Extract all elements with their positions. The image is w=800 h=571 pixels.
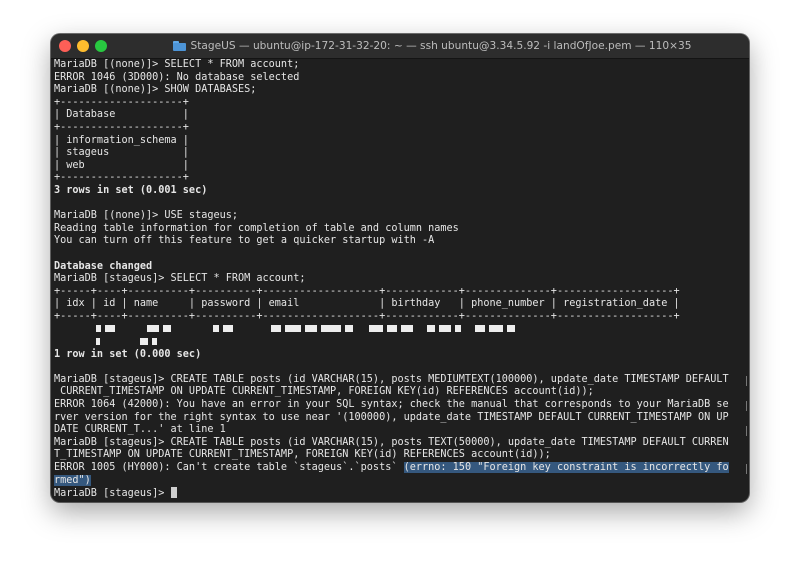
prompt-line[interactable]: MariaDB [stageus]> — [54, 487, 746, 499]
terminal-line: MariaDB [(none)]> USE stageus; — [54, 210, 239, 222]
terminal-line: rmed") — [54, 474, 746, 488]
terminal-line: Reading table information for completion… — [54, 222, 459, 234]
prompt: MariaDB [stageus]> — [54, 488, 171, 499]
text-cursor — [170, 487, 177, 499]
terminal-line: You can turn off this feature to get a q… — [54, 235, 435, 247]
terminal-line: MariaDB [(none)]> SHOW DATABASES; — [54, 84, 257, 96]
terminal-line: +-----+----+----------+----------+------… — [54, 310, 680, 322]
terminal-line: ERROR 1064 (42000): You have an error in… — [54, 399, 729, 411]
terminal-output[interactable]: MariaDB [(none)]> SELECT * FROM account;… — [54, 59, 746, 499]
terminal-line: +--------------------+ — [54, 172, 189, 184]
terminal-line: CURRENT_TIMESTAMP ON UPDATE CURRENT_TIME… — [54, 386, 594, 398]
terminal-line: +-----+----+----------+----------+------… — [54, 285, 680, 297]
title-bar: StageUS — ubuntu@ip-172-31-32-20: ~ — ss… — [51, 34, 749, 59]
terminal-line: MariaDB [stageus]> SELECT * FROM account… — [54, 273, 306, 285]
error-text: ERROR 1005 (HY000): Can't create table `… — [54, 462, 404, 473]
terminal-line: DATE CURRENT_T...' at line 1 — [54, 424, 226, 436]
terminal-line: +--------------------+ — [54, 121, 189, 133]
selected-text[interactable]: rmed") — [54, 474, 91, 486]
terminal-line: rver version for the right syntax to use… — [54, 411, 729, 423]
terminal-line: MariaDB [(none)]> SELECT * FROM account; — [54, 59, 300, 70]
scroll-marker — [746, 376, 747, 386]
terminal-line: ERROR 1046 (3D000): No database selected — [54, 71, 300, 83]
window-title-area: StageUS — ubuntu@ip-172-31-32-20: ~ — ss… — [119, 38, 745, 54]
terminal-line: | stageus | — [54, 147, 189, 159]
zoom-window-button[interactable] — [95, 40, 107, 52]
folder-icon — [172, 41, 186, 51]
redacted-row — [54, 323, 746, 336]
selected-text[interactable]: (errno: 150 "Foreign key constraint is i… — [403, 462, 729, 473]
terminal-line: | information_schema | — [54, 134, 189, 146]
terminal-line: 3 rows in set (0.001 sec) — [54, 184, 208, 196]
terminal-line: +--------------------+ — [54, 96, 189, 108]
redacted-row — [54, 336, 746, 349]
terminal-window: StageUS — ubuntu@ip-172-31-32-20: ~ — ss… — [51, 34, 749, 502]
terminal-line: | Database | — [54, 109, 189, 121]
minimize-window-button[interactable] — [77, 40, 89, 52]
terminal-line: T_TIMESTAMP ON UPDATE CURRENT_TIMESTAMP,… — [54, 449, 551, 461]
terminal-line: | web | — [54, 159, 189, 171]
close-window-button[interactable] — [59, 40, 71, 52]
terminal-line: | idx | id | name | password | email | b… — [54, 298, 680, 310]
window-title: StageUS — ubuntu@ip-172-31-32-20: ~ — ss… — [190, 40, 692, 52]
scroll-marker — [746, 426, 747, 436]
terminal-line: 1 row in set (0.000 sec) — [54, 348, 202, 360]
terminal-line: MariaDB [stageus]> CREATE TABLE posts (i… — [54, 436, 729, 448]
terminal-line: ERROR 1005 (HY000): Can't create table `… — [54, 462, 746, 475]
terminal-line: MariaDB [stageus]> CREATE TABLE posts (i… — [54, 373, 729, 385]
terminal-line: Database changed — [54, 260, 153, 272]
scroll-marker — [746, 464, 747, 474]
scroll-marker — [746, 401, 747, 411]
